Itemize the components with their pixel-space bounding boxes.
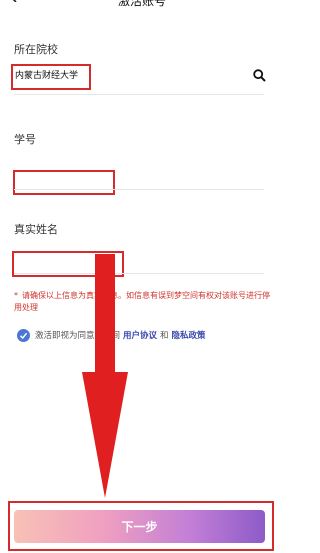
student-id-label: 学号 [14, 133, 36, 146]
down-arrow-annotation [82, 254, 128, 498]
search-icon[interactable] [253, 69, 266, 82]
user-agreement-link[interactable]: 用户协议 [123, 329, 157, 341]
top-bar: 激活账号 [0, 0, 284, 14]
checkbox-checked-icon[interactable] [17, 328, 30, 342]
notice-body: 请确保以上信息为真实信息。如信息有误到梦空间有权对该账号进行停用处理 [14, 291, 270, 312]
school-value[interactable]: 内蒙古财经大学 [15, 70, 78, 82]
school-underline [14, 94, 264, 95]
privacy-policy-link[interactable]: 隐私政策 [172, 329, 206, 341]
next-step-button[interactable]: 下一步 [14, 510, 265, 543]
notice-text: * 请确保以上信息为真实信息。如信息有误到梦空间有权对该账号进行停用处理 [14, 290, 270, 314]
student-id-underline [14, 189, 264, 190]
real-name-label: 真实姓名 [14, 223, 58, 236]
school-label: 所在院校 [14, 43, 58, 56]
notice-star: * [14, 291, 18, 300]
agreement-and: 和 [160, 331, 169, 341]
page-title: 激活账号 [117, 0, 166, 8]
student-id-input[interactable] [13, 170, 115, 195]
checkmark-icon [19, 332, 28, 339]
real-name-underline [14, 273, 264, 274]
